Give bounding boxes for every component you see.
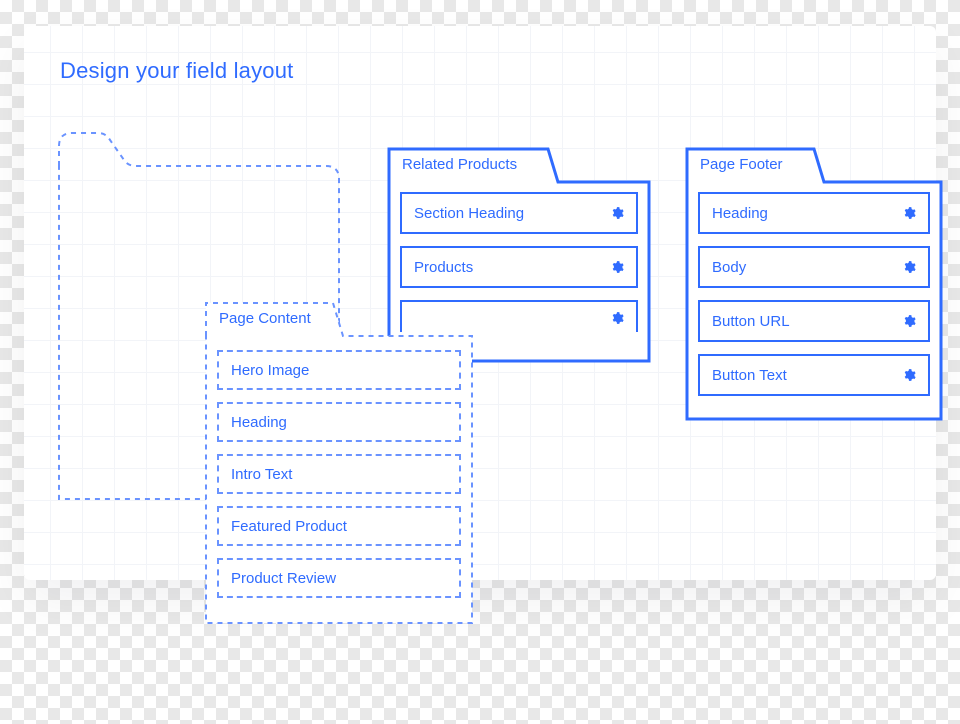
gear-icon[interactable] xyxy=(902,368,916,382)
field-label: Heading xyxy=(231,414,287,431)
field-button-url[interactable]: Button URL xyxy=(698,300,930,342)
field-featured-product[interactable]: Featured Product xyxy=(217,506,461,546)
field-label: Section Heading xyxy=(414,205,524,222)
field-heading[interactable]: Heading xyxy=(698,192,930,234)
panel-tab-label: Page Footer xyxy=(700,156,783,173)
page-title: Design your field layout xyxy=(60,58,293,84)
gear-icon[interactable] xyxy=(610,206,624,220)
gear-icon[interactable] xyxy=(902,314,916,328)
field-label: Intro Text xyxy=(231,466,292,483)
gear-icon[interactable] xyxy=(610,311,624,325)
field-product-review[interactable]: Product Review xyxy=(217,558,461,598)
field-button-text[interactable]: Button Text xyxy=(698,354,930,396)
gear-icon[interactable] xyxy=(902,260,916,274)
field-label: Button URL xyxy=(712,313,790,330)
field-body[interactable]: Body xyxy=(698,246,930,288)
field-section-heading[interactable]: Section Heading xyxy=(400,192,638,234)
field-label: Hero Image xyxy=(231,362,309,379)
field-intro-text[interactable]: Intro Text xyxy=(217,454,461,494)
panel-tab-label: Page Content xyxy=(219,310,311,327)
field-label: Featured Product xyxy=(231,518,347,535)
panel-tab-label: Related Products xyxy=(402,156,517,173)
field-label: Button Text xyxy=(712,367,787,384)
panel-page-content[interactable]: Page Content Hero Image Heading Intro Te… xyxy=(205,302,473,624)
panel-page-footer[interactable]: Page Footer Heading Body Button URL Butt… xyxy=(686,148,942,420)
field-products[interactable]: Products xyxy=(400,246,638,288)
gear-icon[interactable] xyxy=(902,206,916,220)
field-label: Product Review xyxy=(231,570,336,587)
field-label: Body xyxy=(712,259,746,276)
gear-icon[interactable] xyxy=(610,260,624,274)
field-label: Products xyxy=(414,259,473,276)
field-heading[interactable]: Heading xyxy=(217,402,461,442)
field-label: Heading xyxy=(712,205,768,222)
field-hero-image[interactable]: Hero Image xyxy=(217,350,461,390)
